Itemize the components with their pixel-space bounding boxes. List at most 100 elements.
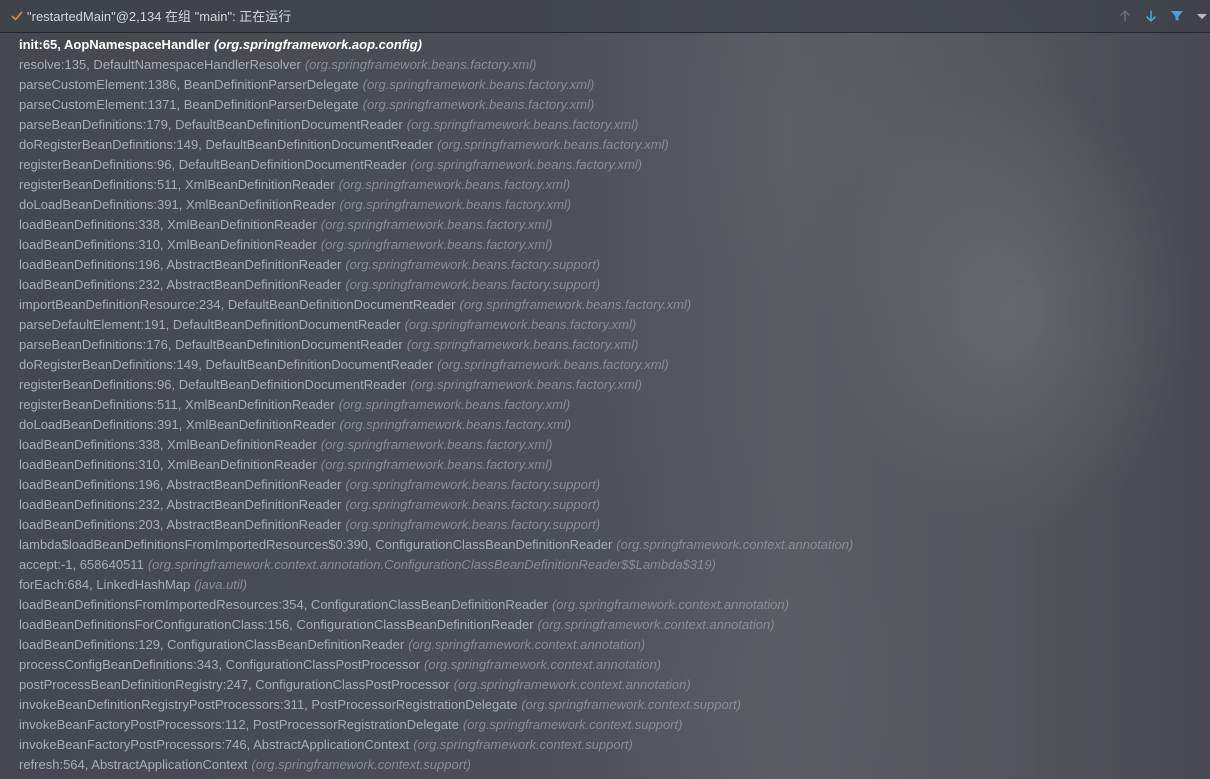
stack-frame[interactable]: invokeBeanFactoryPostProcessors:746, Abs… <box>0 735 1210 755</box>
thread-header: "restartedMain"@2,134 在组 "main": 正在运行 <box>0 0 1210 33</box>
frame-method: resolve:135, DefaultNamespaceHandlerReso… <box>19 57 301 72</box>
stack-frame[interactable]: loadBeanDefinitions:196, AbstractBeanDef… <box>0 475 1210 495</box>
stack-frame[interactable]: invokeBeanDefinitionRegistryPostProcesso… <box>0 695 1210 715</box>
frame-method: doLoadBeanDefinitions:391, XmlBeanDefini… <box>19 197 336 212</box>
frame-package: (org.springframework.beans.factory.xml) <box>362 97 595 112</box>
frame-method: postProcessBeanDefinitionRegistry:247, C… <box>19 677 450 692</box>
stack-frame[interactable]: loadBeanDefinitions:203, AbstractBeanDef… <box>0 515 1210 535</box>
frame-package: (org.springframework.beans.factory.xml) <box>339 197 572 212</box>
frame-package: (org.springframework.beans.factory.xml) <box>406 117 639 132</box>
frame-method: forEach:684, LinkedHashMap <box>19 577 191 592</box>
stack-frame[interactable]: doLoadBeanDefinitions:391, XmlBeanDefini… <box>0 415 1210 435</box>
stack-frame[interactable]: loadBeanDefinitionsForConfigurationClass… <box>0 615 1210 635</box>
stack-frame[interactable]: loadBeanDefinitions:338, XmlBeanDefiniti… <box>0 435 1210 455</box>
frame-method: loadBeanDefinitionsFromImportedResources… <box>19 597 548 612</box>
frame-package: (org.springframework.beans.factory.xml) <box>459 297 692 312</box>
frame-package: (org.springframework.beans.factory.xml) <box>410 157 643 172</box>
stack-frame[interactable]: processConfigBeanDefinitions:343, Config… <box>0 655 1210 675</box>
frame-package: (org.springframework.beans.factory.xml) <box>320 457 553 472</box>
frame-method: parseBeanDefinitions:179, DefaultBeanDef… <box>19 117 403 132</box>
stack-frame[interactable]: refresh:564, AbstractApplicationContext(… <box>0 755 1210 775</box>
stack-frame[interactable]: loadBeanDefinitionsFromImportedResources… <box>0 595 1210 615</box>
arrow-down-icon[interactable] <box>1143 8 1159 24</box>
frame-method: loadBeanDefinitions:196, AbstractBeanDef… <box>19 477 342 492</box>
frame-package: (org.springframework.beans.factory.xml) <box>404 317 637 332</box>
stack-frame[interactable]: loadBeanDefinitions:129, ConfigurationCl… <box>0 635 1210 655</box>
frame-method: parseBeanDefinitions:176, DefaultBeanDef… <box>19 337 403 352</box>
stack-frame[interactable]: resolve:135, DefaultNamespaceHandlerReso… <box>0 55 1210 75</box>
frame-package: (org.springframework.context.support) <box>521 697 741 712</box>
filter-icon[interactable] <box>1169 8 1185 24</box>
frame-package: (org.springframework.beans.factory.suppo… <box>345 497 601 512</box>
frame-package: (org.springframework.beans.factory.xml) <box>320 437 553 452</box>
frame-method: refresh:564, AbstractApplicationContext <box>19 757 248 772</box>
frame-package: (java.util) <box>194 577 248 592</box>
frame-method: loadBeanDefinitions:232, AbstractBeanDef… <box>19 277 342 292</box>
frame-method: loadBeanDefinitions:338, XmlBeanDefiniti… <box>19 217 317 232</box>
stack-frame[interactable]: registerBeanDefinitions:96, DefaultBeanD… <box>0 375 1210 395</box>
frame-method: lambda$loadBeanDefinitionsFromImportedRe… <box>19 537 613 552</box>
frame-method: invokeBeanDefinitionRegistryPostProcesso… <box>19 697 518 712</box>
frame-package: (org.springframework.beans.factory.suppo… <box>345 477 601 492</box>
stack-frame[interactable]: loadBeanDefinitions:232, AbstractBeanDef… <box>0 495 1210 515</box>
frame-package: (org.springframework.aop.config) <box>213 37 422 52</box>
stack-frame[interactable]: lambda$loadBeanDefinitionsFromImportedRe… <box>0 535 1210 555</box>
stack-frame[interactable]: parseBeanDefinitions:176, DefaultBeanDef… <box>0 335 1210 355</box>
stack-frame[interactable]: parseCustomElement:1371, BeanDefinitionP… <box>0 95 1210 115</box>
frame-method: loadBeanDefinitions:310, XmlBeanDefiniti… <box>19 457 317 472</box>
frame-package: (org.springframework.beans.factory.xml) <box>406 337 639 352</box>
frame-package: (org.springframework.beans.factory.xml) <box>339 417 572 432</box>
stack-frame[interactable]: doRegisterBeanDefinitions:149, DefaultBe… <box>0 355 1210 375</box>
stack-frames-list: init:65, AopNamespaceHandler (org.springf… <box>0 35 1210 775</box>
frame-package: (org.springframework.beans.factory.xml) <box>320 237 553 252</box>
frame-package: (org.springframework.beans.factory.xml) <box>304 57 537 72</box>
frame-package: (org.springframework.beans.factory.xml) <box>362 77 595 92</box>
stack-frame[interactable]: importBeanDefinitionResource:234, Defaul… <box>0 295 1210 315</box>
stack-frame[interactable]: registerBeanDefinitions:96, DefaultBeanD… <box>0 155 1210 175</box>
thread-title: "restartedMain"@2,134 在组 "main": 正在运行 <box>27 9 292 24</box>
stack-frame[interactable]: loadBeanDefinitions:196, AbstractBeanDef… <box>0 255 1210 275</box>
frame-method: loadBeanDefinitions:338, XmlBeanDefiniti… <box>19 437 317 452</box>
stack-frame[interactable]: loadBeanDefinitions:310, XmlBeanDefiniti… <box>0 235 1210 255</box>
frame-package: (org.springframework.context.annotation) <box>453 677 691 692</box>
frame-method: loadBeanDefinitions:310, XmlBeanDefiniti… <box>19 237 317 252</box>
frame-package: (org.springframework.context.support) <box>462 717 683 732</box>
arrow-up-icon[interactable] <box>1117 8 1133 24</box>
frame-method: parseCustomElement:1371, BeanDefinitionP… <box>19 97 359 112</box>
stack-frame[interactable]: invokeBeanFactoryPostProcessors:112, Pos… <box>0 715 1210 735</box>
frame-package: (org.springframework.beans.factory.suppo… <box>345 277 601 292</box>
frame-method: loadBeanDefinitions:203, AbstractBeanDef… <box>19 517 342 532</box>
chevron-down-icon[interactable] <box>1194 8 1210 24</box>
frame-method: doLoadBeanDefinitions:391, XmlBeanDefini… <box>19 417 336 432</box>
stack-frame-selected[interactable]: init:65, AopNamespaceHandler (org.springf… <box>0 35 1210 55</box>
frame-method: invokeBeanFactoryPostProcessors:746, Abs… <box>19 737 410 752</box>
frame-package: (org.springframework.beans.factory.xml) <box>338 177 571 192</box>
stack-frame[interactable]: accept:-1, 658640511 (org.springframework… <box>0 555 1210 575</box>
stack-frame[interactable]: loadBeanDefinitions:338, XmlBeanDefiniti… <box>0 215 1210 235</box>
stack-frame[interactable]: loadBeanDefinitions:232, AbstractBeanDef… <box>0 275 1210 295</box>
frame-method: parseCustomElement:1386, BeanDefinitionP… <box>19 77 359 92</box>
stack-frame[interactable]: registerBeanDefinitions:511, XmlBeanDefi… <box>0 175 1210 195</box>
frame-package: (org.springframework.context.annotation) <box>616 537 854 552</box>
frame-method: init:65, AopNamespaceHandler <box>19 37 210 52</box>
frame-package: (org.springframework.context.annotation) <box>424 657 662 672</box>
frame-package: (org.springframework.beans.factory.xml) <box>338 397 571 412</box>
frame-package: (org.springframework.context.annotation) <box>537 617 775 632</box>
frame-package: (org.springframework.context.annotation.… <box>147 557 716 572</box>
stack-frame[interactable]: loadBeanDefinitions:310, XmlBeanDefiniti… <box>0 455 1210 475</box>
stack-frame[interactable]: doRegisterBeanDefinitions:149, DefaultBe… <box>0 135 1210 155</box>
frame-package: (org.springframework.beans.factory.xml) <box>410 377 643 392</box>
check-icon <box>11 9 23 23</box>
frame-method: parseDefaultElement:191, DefaultBeanDefi… <box>19 317 401 332</box>
stack-frame[interactable]: postProcessBeanDefinitionRegistry:247, C… <box>0 675 1210 695</box>
frame-method: registerBeanDefinitions:96, DefaultBeanD… <box>19 157 407 172</box>
stack-frame[interactable]: forEach:684, LinkedHashMap (java.util) <box>0 575 1210 595</box>
stack-frame[interactable]: registerBeanDefinitions:511, XmlBeanDefi… <box>0 395 1210 415</box>
stack-frame[interactable]: parseDefaultElement:191, DefaultBeanDefi… <box>0 315 1210 335</box>
frame-package: (org.springframework.context.annotation) <box>551 597 789 612</box>
stack-frame[interactable]: parseCustomElement:1386, BeanDefinitionP… <box>0 75 1210 95</box>
stack-frame[interactable]: doLoadBeanDefinitions:391, XmlBeanDefini… <box>0 195 1210 215</box>
frame-package: (org.springframework.context.annotation) <box>408 637 646 652</box>
stack-frame[interactable]: parseBeanDefinitions:179, DefaultBeanDef… <box>0 115 1210 135</box>
frame-package: (org.springframework.context.support) <box>251 757 472 772</box>
